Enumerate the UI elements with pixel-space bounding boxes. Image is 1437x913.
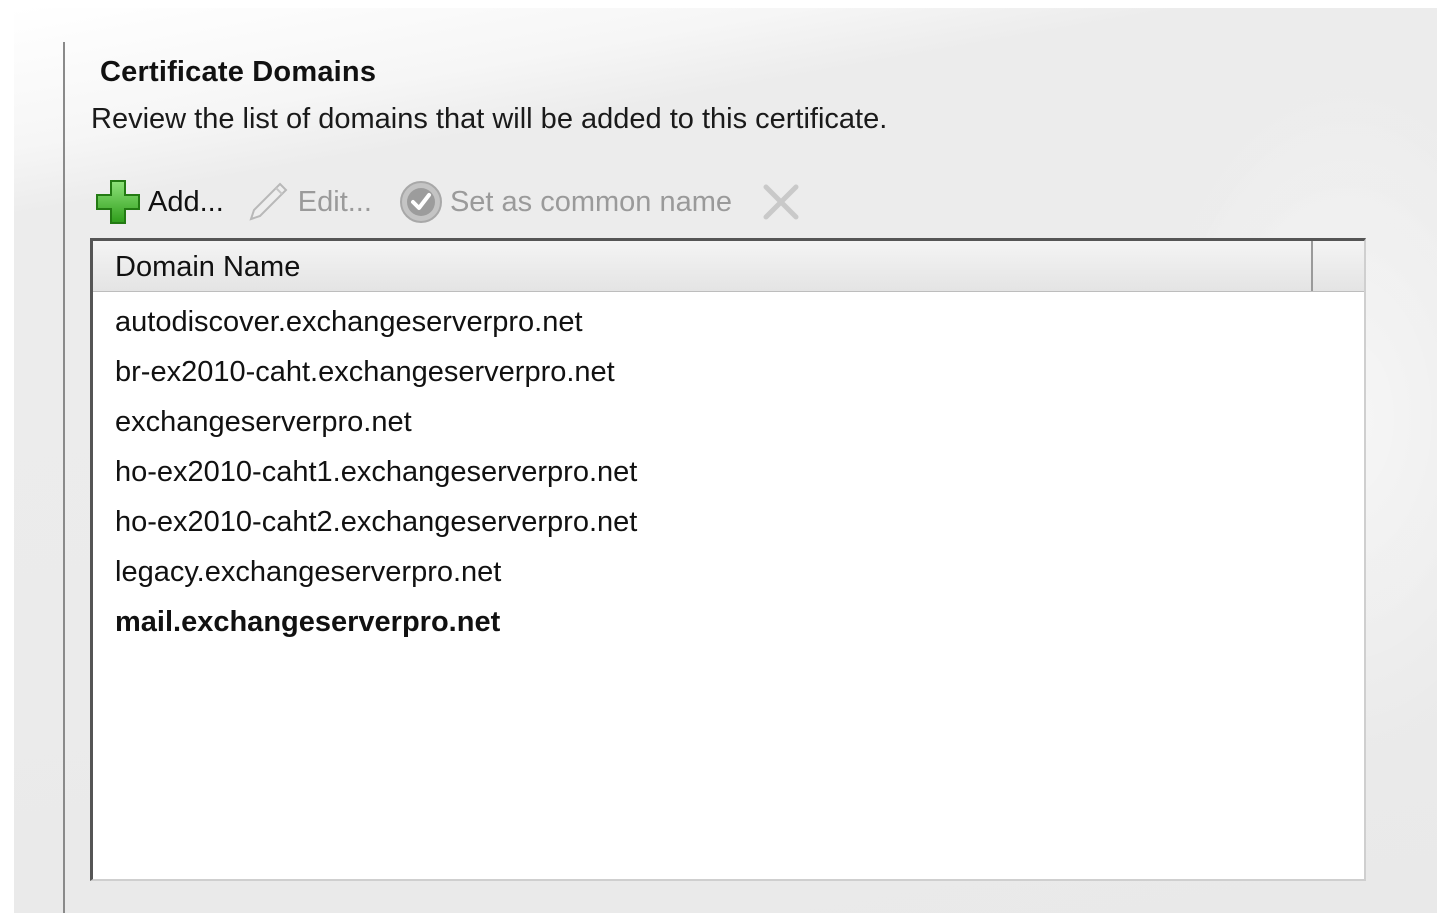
list-item[interactable]: br-ex2010-caht.exchangeserverpro.net xyxy=(115,347,637,397)
domain-rows: autodiscover.exchangeserverpro.net br-ex… xyxy=(115,297,637,647)
domain-list[interactable]: Domain Name autodiscover.exchangeserverp… xyxy=(90,238,1366,881)
list-item[interactable]: legacy.exchangeserverpro.net xyxy=(115,547,637,597)
check-circle-icon xyxy=(398,179,444,225)
remove-button[interactable] xyxy=(758,176,804,228)
add-button[interactable]: Add... xyxy=(94,176,224,228)
pencil-icon xyxy=(246,180,290,224)
list-item[interactable]: autodiscover.exchangeserverpro.net xyxy=(115,297,637,347)
x-icon xyxy=(758,179,804,225)
left-divider xyxy=(63,42,65,913)
edit-button-label: Edit... xyxy=(297,185,372,218)
page-subtitle: Review the list of domains that will be … xyxy=(91,103,888,135)
column-header-domain-name[interactable]: Domain Name xyxy=(93,241,1313,291)
edit-button[interactable]: Edit... xyxy=(246,176,372,228)
set-common-name-label: Set as common name xyxy=(449,185,733,218)
add-button-label: Add... xyxy=(148,185,224,218)
toolbar: Add... Edit... Set as common name xyxy=(94,176,804,228)
set-common-name-button[interactable]: Set as common name xyxy=(398,176,732,228)
list-item[interactable]: ho-ex2010-caht1.exchangeserverpro.net xyxy=(115,447,637,497)
list-header: Domain Name xyxy=(93,241,1364,292)
list-item[interactable]: exchangeserverpro.net xyxy=(115,397,637,447)
list-item[interactable]: ho-ex2010-caht2.exchangeserverpro.net xyxy=(115,497,637,547)
page-title: Certificate Domains xyxy=(100,56,377,88)
list-item-common-name[interactable]: mail.exchangeserverpro.net xyxy=(115,597,637,647)
green-plus-icon xyxy=(94,178,142,226)
